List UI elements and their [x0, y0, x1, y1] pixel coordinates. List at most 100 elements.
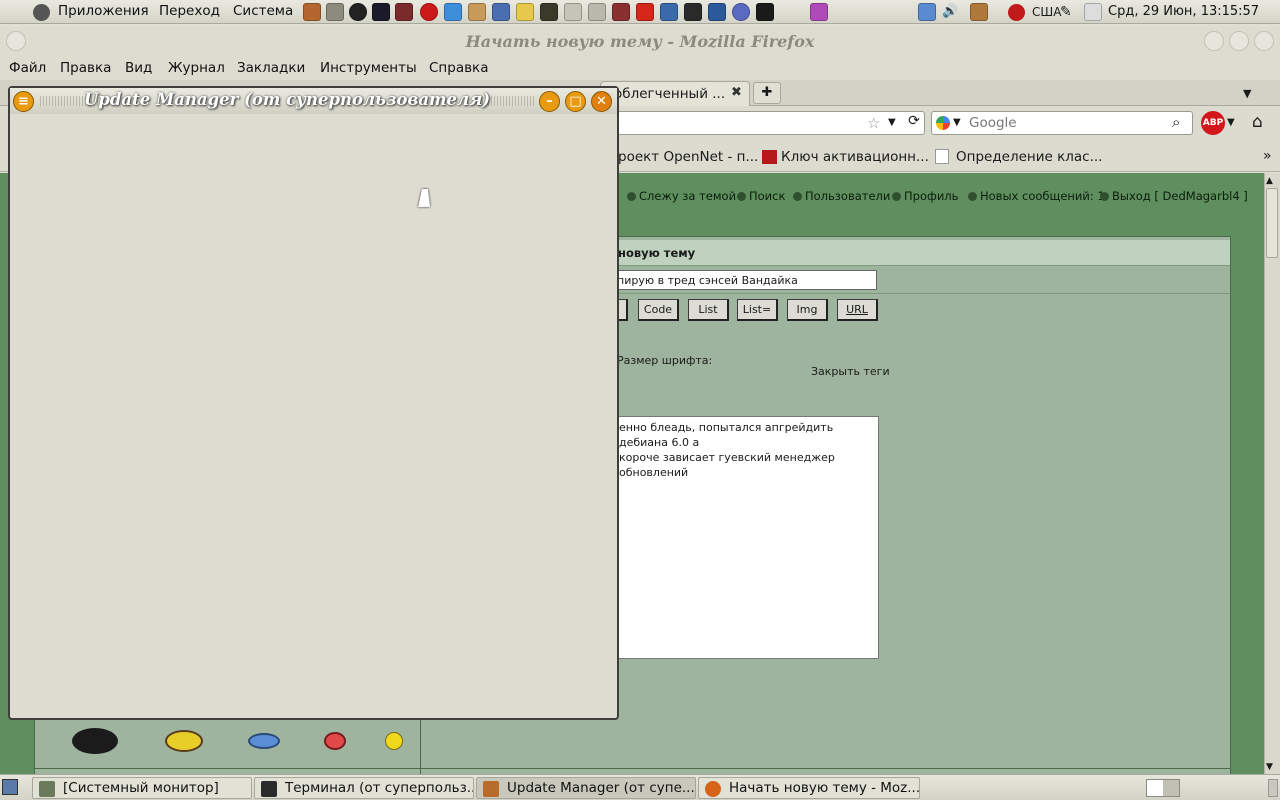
launcher-icon[interactable] — [326, 3, 344, 21]
bookmark-key[interactable]: Ключ активационн... — [781, 149, 929, 165]
menu-bookmarks[interactable]: Закладки — [237, 60, 305, 76]
minimize-button[interactable] — [1204, 31, 1224, 51]
nav-new-messages-label: Новых сообщений: 1 — [980, 189, 1105, 203]
network-icon[interactable] — [918, 3, 936, 21]
smiley-icon[interactable] — [165, 730, 203, 752]
keyboard-layout[interactable]: США — [1032, 5, 1061, 19]
bbcode-list-numbered-button[interactable]: List= — [737, 299, 778, 321]
subject-input[interactable]: пирую в тред сэнсей Вандайка — [610, 270, 877, 290]
nav-new-messages[interactable]: Новых сообщений: 1 — [968, 189, 1105, 203]
bbcode-list-button[interactable]: List — [688, 299, 729, 321]
update-manager-window[interactable] — [8, 86, 619, 720]
launcher-icon[interactable] — [395, 3, 413, 21]
tab-list-chevron-icon[interactable]: ▼ — [1243, 87, 1251, 100]
nav-watch[interactable]: Слежу за темой — [627, 189, 736, 203]
launcher-icon[interactable] — [612, 3, 630, 21]
terminal-icon[interactable] — [684, 3, 702, 21]
google-icon[interactable] — [936, 116, 950, 130]
bbcode-code-button[interactable]: Code — [638, 299, 679, 321]
launcher-icon[interactable] — [492, 3, 510, 21]
trash-icon[interactable] — [1268, 779, 1278, 797]
window-menu-icon[interactable]: ≡ — [13, 91, 34, 112]
task-label: Терминал (от суперпольз... — [285, 780, 474, 796]
firefox-icon — [705, 781, 721, 797]
update-manager-icon — [483, 781, 499, 797]
volume-icon[interactable]: 🔊 — [942, 4, 958, 19]
smiley-icon[interactable] — [324, 732, 346, 750]
menu-edit[interactable]: Правка — [60, 60, 111, 76]
task-system-monitor[interactable]: [Системный монитор] — [32, 777, 252, 799]
menu-history[interactable]: Журнал — [168, 60, 225, 76]
pen-icon[interactable]: ✎ — [1060, 4, 1072, 20]
maximize-icon[interactable]: □ — [565, 91, 586, 112]
menu-help[interactable]: Справка — [429, 60, 488, 76]
show-desktop-icon[interactable] — [2, 779, 18, 795]
smiley-icon[interactable] — [385, 732, 403, 750]
scroll-up-icon[interactable]: ▲ — [1266, 176, 1273, 186]
engine-dropdown-icon[interactable]: ▼ — [953, 117, 961, 128]
maximize-button[interactable] — [1229, 31, 1249, 51]
launcher-icon[interactable] — [303, 3, 321, 21]
opera-icon[interactable] — [420, 3, 438, 21]
nav-profile[interactable]: Профиль — [892, 189, 958, 203]
update-icon[interactable] — [970, 3, 988, 21]
bookmark-opennet[interactable]: роект OpenNet - п... — [618, 149, 758, 165]
bbcode-url-button[interactable]: URL — [837, 299, 878, 321]
alert-icon[interactable] — [1008, 4, 1025, 21]
battery-icon[interactable] — [1084, 3, 1102, 21]
clock[interactable]: Срд, 29 Июн, 13:15:57 — [1108, 4, 1259, 19]
menu-file[interactable]: Файл — [9, 60, 46, 76]
bookmark-star-icon[interactable]: ☆ — [867, 114, 880, 132]
nav-search[interactable]: Поиск — [737, 189, 785, 203]
close-button[interactable] — [1254, 31, 1274, 51]
profile-icon — [892, 192, 901, 201]
close-icon[interactable]: ✕ — [591, 91, 612, 112]
launcher-icon[interactable] — [588, 3, 606, 21]
message-line: енно блеадь, попытался апгрейдить дебиан… — [619, 421, 834, 449]
adblock-dropdown-icon[interactable]: ▼ — [1227, 117, 1235, 128]
url-dropdown-icon[interactable]: ▼ — [888, 117, 896, 128]
search-icon[interactable]: ⌕ — [1172, 113, 1180, 131]
tab-close-icon[interactable]: ✖ — [731, 85, 742, 100]
bookmark-definition[interactable]: Определение клас... — [956, 149, 1102, 165]
launcher-icon[interactable] — [349, 3, 367, 21]
smiley-icon[interactable] — [248, 733, 280, 749]
launcher-icon[interactable] — [756, 3, 774, 21]
filezilla-icon[interactable] — [636, 3, 654, 21]
launcher-icon[interactable] — [732, 3, 750, 21]
smiley-icon[interactable] — [72, 728, 118, 754]
message-textarea[interactable]: енно блеадь, попытался апгрейдить дебиан… — [612, 416, 879, 659]
launcher-icon[interactable] — [708, 3, 726, 21]
panel-menu-applications[interactable]: Приложения — [58, 3, 149, 19]
launcher-icon[interactable] — [372, 3, 390, 21]
home-icon[interactable]: ⌂ — [1252, 112, 1263, 132]
menu-tools[interactable]: Инструменты — [320, 60, 417, 76]
window-menu-button[interactable] — [6, 31, 26, 51]
launcher-icon[interactable] — [564, 3, 582, 21]
new-tab-button[interactable]: ✚ — [753, 82, 781, 104]
panel-menu-system[interactable]: Система — [233, 3, 293, 19]
task-update-manager[interactable]: Update Manager (от супе... — [476, 777, 696, 799]
menu-view[interactable]: Вид — [125, 60, 152, 76]
nav-users[interactable]: Пользователи — [793, 189, 890, 203]
scroll-down-icon[interactable]: ▼ — [1266, 762, 1273, 772]
nav-logout[interactable]: Выход [ DedMagarbl4 ] — [1100, 189, 1248, 203]
launcher-icon[interactable] — [468, 3, 486, 21]
launcher-icon[interactable] — [540, 3, 558, 21]
page-scrollbar[interactable] — [1264, 173, 1280, 774]
launcher-icon[interactable] — [660, 3, 678, 21]
bookmarks-overflow-icon[interactable]: » — [1263, 148, 1272, 164]
panel-menu-places[interactable]: Переход — [159, 3, 220, 19]
bbcode-img-button[interactable]: Img — [787, 299, 828, 321]
workspace-switcher[interactable] — [1146, 779, 1180, 797]
task-terminal[interactable]: Терминал (от суперпольз... — [254, 777, 474, 799]
reload-icon[interactable]: ⟳ — [903, 113, 925, 133]
task-firefox[interactable]: Начать новую тему - Moz... — [698, 777, 920, 799]
minimize-icon[interactable]: – — [539, 91, 560, 112]
adblock-icon[interactable]: ABP — [1201, 111, 1225, 135]
close-tags-link[interactable]: Закрыть теги — [811, 365, 890, 378]
scrollbar-thumb[interactable] — [1266, 188, 1278, 258]
launcher-icon[interactable] — [516, 3, 534, 21]
messenger-icon[interactable] — [810, 3, 828, 21]
launcher-icon[interactable] — [444, 3, 462, 21]
